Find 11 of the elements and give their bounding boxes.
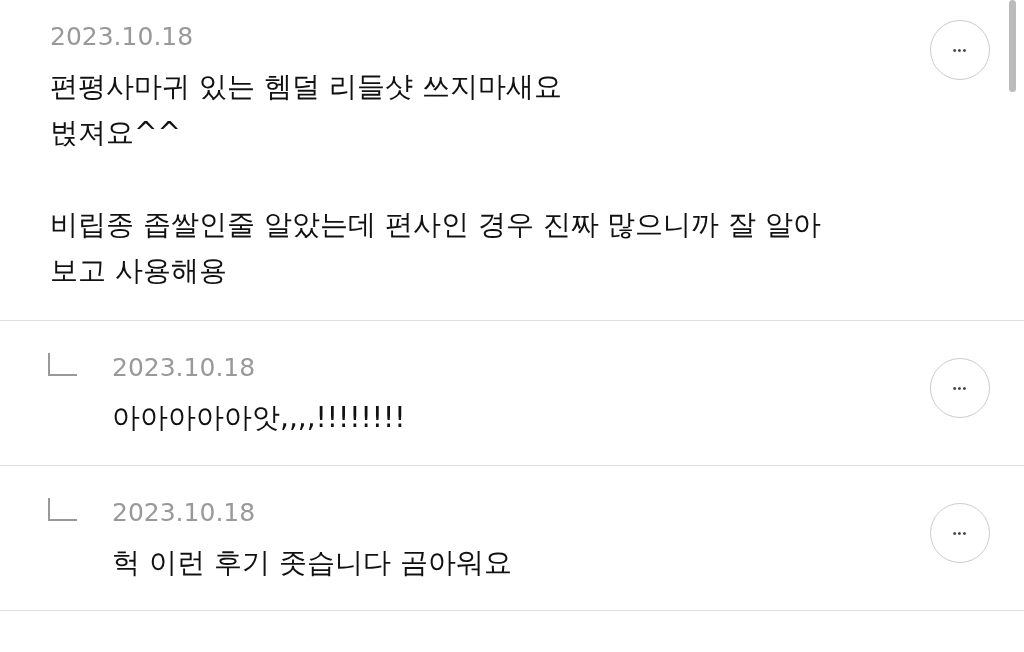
comment-text: 아아아아아앗,,,,!!!!!!!! <box>112 400 407 436</box>
comment-text: 편평사마귀 있는 헴덜 리들샷 쓰지마새요 벉져요^^ <box>50 69 563 151</box>
comment-text: 비립종 좁쌀인줄 알았는데 편사인 경우 진짜 많으니까 잘 알아 보고 사용해용 <box>50 207 823 289</box>
comment-date: 2023.10.18 <box>112 352 257 384</box>
comment-date: 2023.10.18 <box>112 497 257 529</box>
scrollbar[interactable] <box>1009 0 1016 92</box>
more-button[interactable]: ••• <box>930 358 990 418</box>
comment-date: 2023.10.18 <box>50 21 195 53</box>
comment-text: 헉 이런 후기 좃습니다 곰아워요 <box>112 545 513 581</box>
more-button[interactable]: ••• <box>930 20 990 80</box>
more-button[interactable]: ••• <box>930 503 990 563</box>
